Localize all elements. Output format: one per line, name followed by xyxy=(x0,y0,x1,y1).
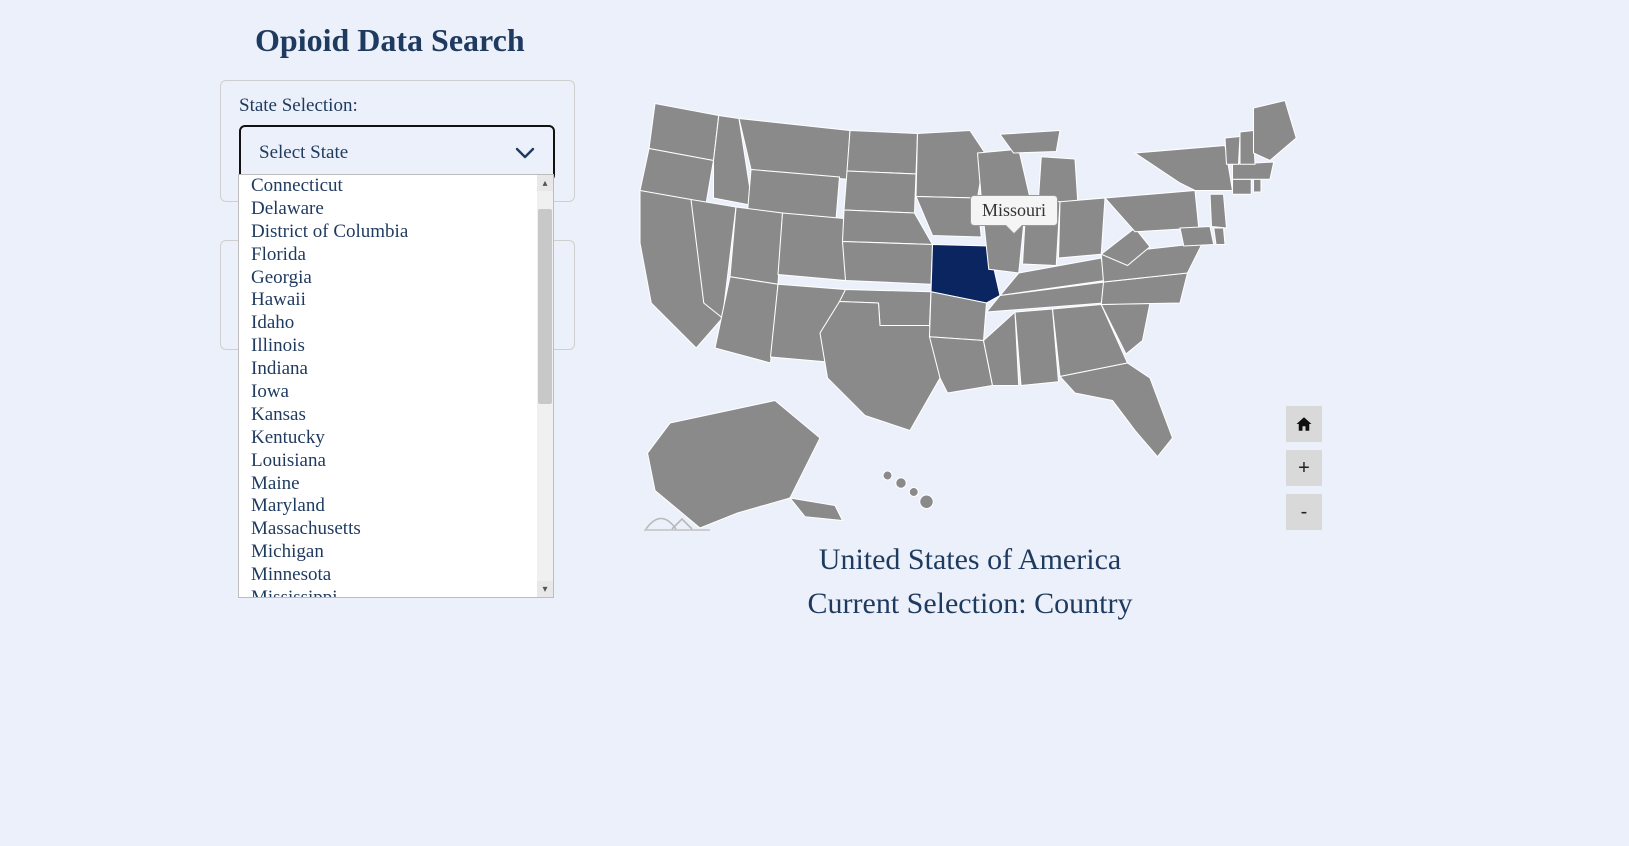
dropdown-option[interactable]: Illinois xyxy=(239,335,553,358)
state-ak-tail[interactable] xyxy=(790,498,843,521)
page-title: Opioid Data Search xyxy=(255,22,525,59)
dropdown-option[interactable]: Massachusetts xyxy=(239,518,553,541)
dropdown-option[interactable]: Maine xyxy=(239,473,553,496)
state-select[interactable]: Select State xyxy=(239,125,555,181)
us-map[interactable] xyxy=(610,75,1330,531)
scroll-up-arrow[interactable]: ▴ xyxy=(537,175,553,191)
dropdown-option[interactable]: Mississippi xyxy=(239,587,553,597)
plotly-logo-icon xyxy=(644,509,714,533)
map-caption-line1: United States of America xyxy=(525,538,1415,582)
state-pa[interactable] xyxy=(1105,191,1199,232)
state-hi3[interactable] xyxy=(909,488,918,497)
scrollbar-thumb[interactable] xyxy=(538,209,552,404)
state-select-placeholder: Select State xyxy=(259,142,348,164)
state-sd[interactable] xyxy=(844,171,916,213)
chevron-down-icon xyxy=(515,140,535,166)
state-selection-label: State Selection: xyxy=(239,95,556,117)
state-nd[interactable] xyxy=(847,131,918,175)
scroll-down-arrow[interactable]: ▾ xyxy=(537,581,553,597)
dropdown-option[interactable]: Georgia xyxy=(239,267,553,290)
dropdown-option[interactable]: Indiana xyxy=(239,358,553,381)
dropdown-option[interactable]: District of Columbia xyxy=(239,221,553,244)
dropdown-option[interactable]: Minnesota xyxy=(239,564,553,587)
dropdown-option[interactable]: Louisiana xyxy=(239,450,553,473)
map-controls: + - xyxy=(1286,406,1322,530)
state-ut[interactable] xyxy=(730,207,783,284)
state-ne[interactable] xyxy=(843,210,933,245)
map-tooltip: Missouri xyxy=(970,195,1058,226)
dropdown-option[interactable]: Connecticut xyxy=(239,175,553,198)
state-dropdown-list[interactable]: ConnecticutDelawareDistrict of ColumbiaF… xyxy=(238,174,554,598)
state-ks[interactable] xyxy=(843,242,933,285)
state-hi2[interactable] xyxy=(896,478,907,489)
map-zoom-in-button[interactable]: + xyxy=(1286,450,1322,486)
scrollbar-track[interactable] xyxy=(537,191,553,581)
state-ct[interactable] xyxy=(1233,179,1252,194)
dropdown-option[interactable]: Kentucky xyxy=(239,427,553,450)
state-nj[interactable] xyxy=(1210,194,1227,228)
state-nh[interactable] xyxy=(1240,131,1255,165)
state-mn[interactable] xyxy=(916,131,985,199)
state-co[interactable] xyxy=(778,213,850,281)
dropdown-option[interactable]: Maryland xyxy=(239,495,553,518)
dropdown-option[interactable]: Hawaii xyxy=(239,289,553,312)
state-vt[interactable] xyxy=(1225,137,1240,165)
state-al[interactable] xyxy=(1015,309,1059,386)
state-la[interactable] xyxy=(930,337,993,393)
state-fl[interactable] xyxy=(1060,363,1173,457)
map-caption: United States of America Current Selecti… xyxy=(525,538,1415,625)
state-md[interactable] xyxy=(1180,227,1214,247)
dropdown-option[interactable]: Iowa xyxy=(239,381,553,404)
state-hi4[interactable] xyxy=(920,495,934,509)
state-de[interactable] xyxy=(1214,228,1225,245)
map-zoom-out-button[interactable]: - xyxy=(1286,494,1322,530)
map-home-button[interactable] xyxy=(1286,406,1322,442)
dropdown-option[interactable]: Kansas xyxy=(239,404,553,427)
state-ny[interactable] xyxy=(1135,146,1233,191)
state-wi[interactable] xyxy=(978,149,1031,198)
state-me[interactable] xyxy=(1254,101,1297,161)
state-ri[interactable] xyxy=(1254,179,1262,192)
dropdown-option[interactable]: Delaware xyxy=(239,198,553,221)
state-oh[interactable] xyxy=(1059,198,1106,258)
state-hi1[interactable] xyxy=(883,471,892,480)
home-icon xyxy=(1295,415,1313,433)
dropdown-option[interactable]: Florida xyxy=(239,244,553,267)
map-caption-line2: Current Selection: Country xyxy=(525,582,1415,626)
dropdown-option[interactable]: Idaho xyxy=(239,312,553,335)
dropdown-option[interactable]: Michigan xyxy=(239,541,553,564)
